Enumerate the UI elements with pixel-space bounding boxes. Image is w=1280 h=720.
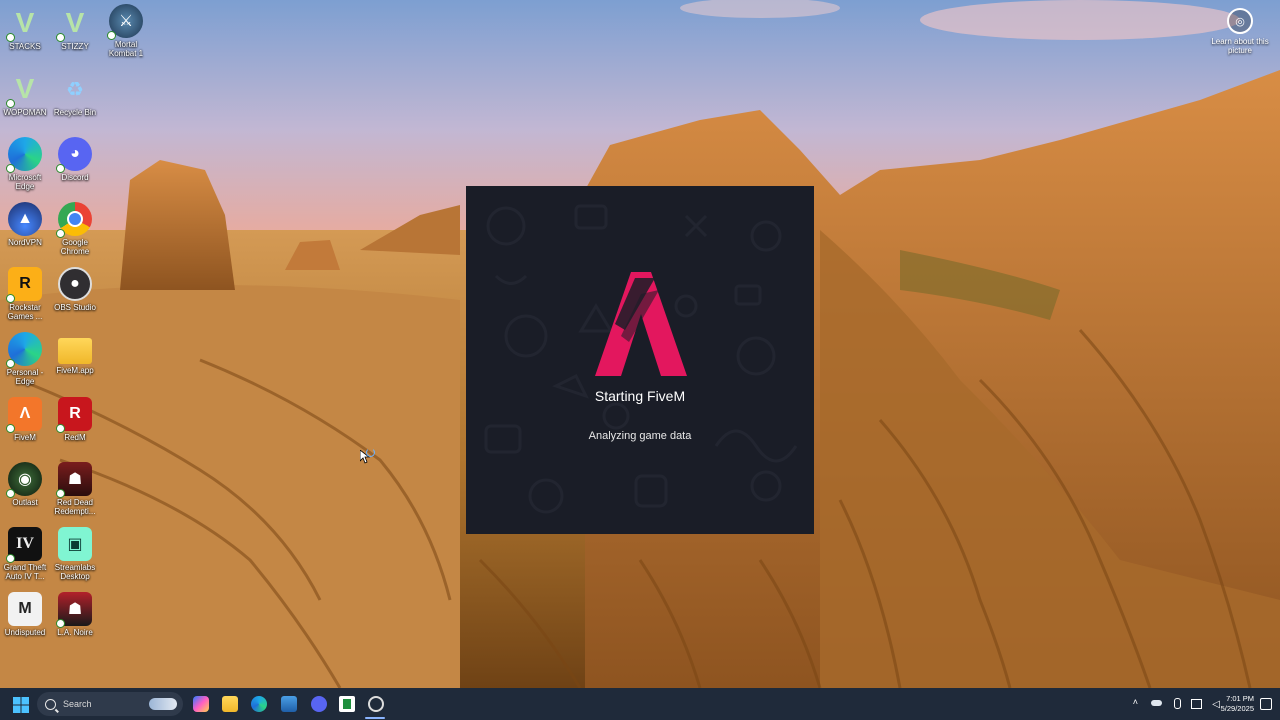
desktop-icon-undisputed[interactable]: M Undisputed xyxy=(0,592,50,637)
folder-icon xyxy=(58,338,92,364)
edge-personal-icon xyxy=(6,332,42,368)
wopoman-v-icon: V xyxy=(6,72,42,108)
desktop-icon-redm[interactable]: R RedM xyxy=(50,397,100,442)
volume-icon[interactable]: ◁ xyxy=(1212,699,1220,710)
discord-taskbar-icon[interactable] xyxy=(311,696,327,712)
desktop-icon-stacks[interactable]: V STACKS xyxy=(0,6,50,51)
outlast-icon: ◉ xyxy=(6,462,42,498)
la-noire-icon: ☗ xyxy=(56,592,92,628)
desktop-icon-fivem[interactable]: Λ FiveM xyxy=(0,397,50,442)
desktop-icon-personal-edge[interactable]: Personal - Edge xyxy=(0,332,50,386)
splash-status: Analyzing game data xyxy=(588,430,692,442)
desktop-icon-la-noire[interactable]: ☗ L.A. Noire xyxy=(50,592,100,637)
desktop-icon-gta-iv[interactable]: IV Grand Theft Auto IV T... xyxy=(0,527,50,581)
taskbar: Search ˄ ◁ 7:01 PM 5/29/2025 xyxy=(0,688,1280,720)
desktop-icon-nordvpn[interactable]: ▲ NordVPN xyxy=(0,202,50,247)
document-taskbar-icon[interactable] xyxy=(339,696,355,712)
rockstar-icon: R xyxy=(6,267,42,303)
search-placeholder: Search xyxy=(63,699,92,709)
desktop-icon-recycle-bin[interactable]: ♻ Recycle Bin xyxy=(50,72,100,118)
camera-icon: ◎ xyxy=(1227,8,1253,34)
nordvpn-icon: ▲ xyxy=(8,202,42,236)
desktop-icon-mortal-kombat[interactable]: ⚔ Mortal Kombat 1 xyxy=(101,4,151,58)
search-highlight-icon xyxy=(149,698,177,710)
redm-icon: R xyxy=(56,397,92,433)
windows-start-button[interactable] xyxy=(13,697,29,713)
ms-store-icon[interactable] xyxy=(281,696,297,712)
copilot-icon[interactable] xyxy=(193,696,209,712)
chevron-up-icon[interactable]: ˄ xyxy=(1133,697,1138,707)
microphone-icon[interactable] xyxy=(1174,698,1181,709)
edge-icon xyxy=(6,137,42,173)
clock-date: 5/29/2025 xyxy=(1220,704,1254,713)
desktop-icon-rockstar[interactable]: R Rockstar Games ... xyxy=(0,267,50,321)
fivem-taskbar-icon[interactable] xyxy=(368,696,384,712)
learn-about-picture[interactable]: ◎ Learn about this picture xyxy=(1210,8,1270,55)
gta-iv-icon: IV xyxy=(6,527,42,563)
green-doc-mark xyxy=(343,699,351,709)
streamlabs-icon: ▣ xyxy=(58,527,92,561)
search-icon xyxy=(45,698,56,710)
desktop-icon-chrome[interactable]: Google Chrome xyxy=(50,202,100,256)
desktop-icon-red-dead[interactable]: ☗ Red Dead Redempti... xyxy=(50,462,100,516)
stacks-v-icon: V xyxy=(6,6,42,42)
cloud-icon[interactable] xyxy=(1151,700,1162,706)
fivem-splash-window: Starting FiveM Analyzing game data xyxy=(466,186,814,534)
notification-icon[interactable] xyxy=(1260,698,1272,710)
desktop-icon-wopoman[interactable]: V WOPOMAN xyxy=(0,72,50,117)
loading-spinner-icon xyxy=(366,448,375,457)
clock-time: 7:01 PM xyxy=(1226,694,1254,703)
recycle-bin-icon: ♻ xyxy=(66,78,84,101)
fivem-logo-icon xyxy=(595,272,687,376)
desktop-icon-obs[interactable]: ● OBS Studio xyxy=(50,267,100,312)
desktop-icon-edge[interactable]: Microsoft Edge xyxy=(0,137,50,191)
desktop-icon-fivem-app[interactable]: FiveM.app xyxy=(50,332,100,375)
discord-icon: ◕ xyxy=(56,137,92,173)
splash-title: Starting FiveM xyxy=(594,388,686,404)
desktop-icon-streamlabs[interactable]: ▣ Streamlabs Desktop xyxy=(50,527,100,581)
edge-taskbar-icon[interactable] xyxy=(251,696,267,712)
fivem-icon: Λ xyxy=(6,397,42,433)
monitor-icon[interactable] xyxy=(1191,699,1202,709)
obs-icon: ● xyxy=(58,267,92,301)
taskbar-search[interactable]: Search xyxy=(37,692,183,716)
undisputed-icon: M xyxy=(8,592,42,626)
file-explorer-icon[interactable] xyxy=(222,696,238,712)
mortal-kombat-icon: ⚔ xyxy=(107,4,143,40)
stizzy-v-icon: V xyxy=(56,6,92,42)
desktop-icon-outlast[interactable]: ◉ Outlast xyxy=(0,462,50,507)
active-app-indicator xyxy=(365,717,385,719)
taskbar-clock[interactable]: 7:01 PM 5/29/2025 xyxy=(1221,694,1254,714)
desktop-icon-discord[interactable]: ◕ Discord xyxy=(50,137,100,182)
chrome-icon xyxy=(56,202,92,238)
red-dead-icon: ☗ xyxy=(56,462,92,498)
desktop-icon-stizzy[interactable]: V STIZZY xyxy=(50,6,100,51)
